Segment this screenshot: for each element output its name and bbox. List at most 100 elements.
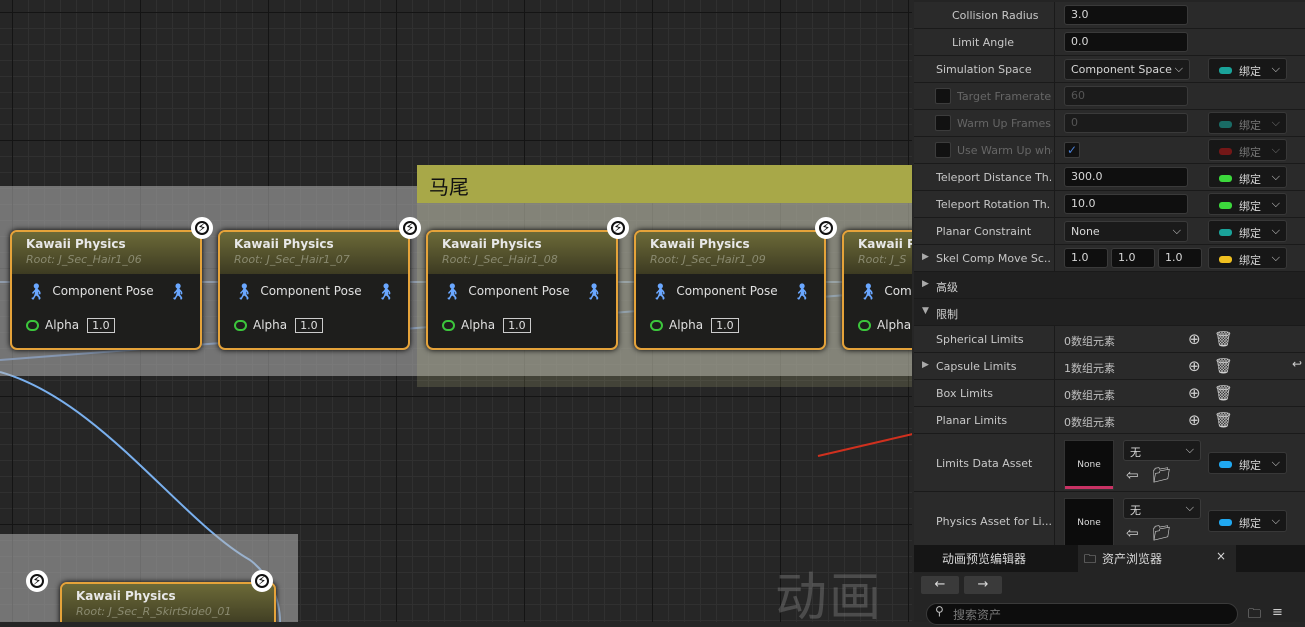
pose-label: Component Pose (52, 284, 154, 298)
teleport-distance-input[interactable]: 300.0 (1064, 167, 1188, 187)
override-checkbox[interactable] (935, 142, 951, 158)
prop-label: Limit Angle (952, 36, 1015, 49)
person-pin-icon[interactable]: 🚶︎ (442, 282, 462, 301)
use-warm-up-checkbox[interactable]: ✓ (1064, 142, 1080, 158)
warm-up-frames-input[interactable]: 0 (1064, 113, 1188, 133)
bind-label: 绑定 (1239, 254, 1261, 267)
bind-button[interactable]: 绑定 ⌵ (1208, 166, 1287, 188)
collapse-arrow-icon[interactable]: ▼ (922, 306, 929, 316)
kawaii-physics-node-skirt[interactable]: Kawaii Physics Root: J_Sec_R_SkirtSide0_0… (60, 582, 276, 622)
search-icon: ⚲ (935, 604, 944, 618)
comment-title[interactable]: 马尾 (417, 165, 912, 203)
close-icon[interactable]: × (1216, 549, 1226, 563)
asset-picker-dropdown[interactable]: 无 ⌵ (1123, 498, 1201, 519)
tab-anim-preview-editor[interactable]: 动画预览编辑器 (932, 545, 1036, 572)
skel-move-y-input[interactable]: 1.0 (1111, 248, 1155, 268)
person-output-pin-icon[interactable]: 🚶︎ (792, 282, 812, 301)
kawaii-physics-node[interactable]: Kawaii Physics Root: J_Sec_Hair1_08 🚶︎ Com… (426, 230, 618, 350)
bind-button[interactable]: 绑定 ⌵ (1208, 510, 1287, 532)
simulation-space-dropdown[interactable]: Component Space ⌵ (1064, 59, 1190, 80)
anim-graph-canvas[interactable]: 马尾 Kawaii Physics Root: J_Sec_Hair1_06 🚶︎… (0, 0, 912, 622)
bind-label: 绑定 (1239, 173, 1261, 186)
person-output-pin-icon[interactable]: 🚶︎ (376, 282, 396, 301)
bind-button[interactable]: 绑定 ⌵ (1208, 139, 1287, 161)
prop-limit-angle: Limit Angle 0.0 (914, 29, 1305, 56)
bind-button[interactable]: 绑定 ⌵ (1208, 58, 1287, 80)
person-pin-icon[interactable]: 🚶︎ (26, 282, 46, 301)
chevron-down-icon: ⌵ (1271, 62, 1280, 75)
alpha-pin-icon[interactable] (858, 319, 871, 331)
use-selected-icon[interactable]: ⇦ (1126, 466, 1139, 484)
person-output-pin-icon[interactable]: 🚶︎ (584, 282, 604, 301)
limit-angle-input[interactable]: 0.0 (1064, 32, 1188, 52)
pin-color-swatch (1219, 461, 1232, 468)
expand-arrow-icon[interactable]: ▶ (922, 252, 929, 262)
folder-icon: 🗀︎ (1084, 552, 1097, 566)
collision-radius-input[interactable]: 3.0 (1064, 5, 1188, 25)
pin-color-swatch (1219, 67, 1232, 74)
alpha-pin-icon[interactable] (442, 319, 455, 331)
chevron-down-icon: ⌵ (1185, 501, 1194, 514)
add-element-icon[interactable]: ⊕ (1188, 384, 1201, 402)
alpha-pin-icon[interactable] (26, 319, 39, 331)
reset-arrow-icon[interactable]: ↩ (1292, 357, 1302, 371)
section-limits[interactable]: ▼ 限制 (914, 299, 1305, 326)
kawaii-physics-node[interactable]: Kawaii Physics Root: J_Sec_Hair1_09 🚶︎ Com… (634, 230, 826, 350)
person-pin-icon[interactable]: 🚶︎ (650, 282, 670, 301)
node-root: Root: J_S (858, 253, 907, 266)
expand-arrow-icon[interactable]: ▶ (922, 360, 929, 370)
alpha-value[interactable]: 1.0 (711, 317, 739, 333)
alpha-pin-icon[interactable] (234, 319, 247, 331)
skel-move-x-input[interactable]: 1.0 (1064, 248, 1108, 268)
teleport-rotation-input[interactable]: 10.0 (1064, 194, 1188, 214)
override-checkbox[interactable] (935, 88, 951, 104)
add-element-icon[interactable]: ⊕ (1188, 357, 1201, 375)
bind-button[interactable]: 绑定 ⌵ (1208, 247, 1287, 269)
tab-asset-browser[interactable]: 🗀︎ 资产浏览器 × (1078, 545, 1236, 572)
section-advanced[interactable]: ▶ 高级 (914, 272, 1305, 299)
planar-constraint-dropdown[interactable]: None ⌵ (1064, 221, 1188, 242)
browse-folder-icon[interactable]: 📁︎ (1152, 466, 1171, 484)
pin-color-swatch (1219, 229, 1232, 236)
filter-icon[interactable]: ≡ (1272, 605, 1283, 620)
trash-icon[interactable]: 🗑︎ (1214, 411, 1233, 429)
alpha-value[interactable]: 1.0 (503, 317, 531, 333)
bind-button[interactable]: 绑定 ⌵ (1208, 452, 1287, 474)
add-element-icon[interactable]: ⊕ (1188, 330, 1201, 348)
back-button[interactable]: ← (921, 576, 959, 594)
skel-move-z-input[interactable]: 1.0 (1158, 248, 1202, 268)
folder-filter-icon[interactable]: 🗀︎ (1248, 605, 1261, 627)
asset-thumbnail[interactable]: None (1064, 498, 1114, 548)
expand-arrow-icon[interactable]: ▶ (922, 279, 929, 289)
dropdown-value: Component Space (1071, 63, 1172, 76)
override-checkbox[interactable] (935, 115, 951, 131)
add-element-icon[interactable]: ⊕ (1188, 411, 1201, 429)
node-title: Kawaii Ph (858, 237, 912, 251)
forward-button[interactable]: → (964, 576, 1002, 594)
kawaii-physics-node[interactable]: Kawaii Physics Root: J_Sec_Hair1_07 🚶︎ Com… (218, 230, 410, 350)
person-pin-icon[interactable]: 🚶︎ (234, 282, 254, 301)
person-output-pin-icon[interactable]: 🚶︎ (168, 282, 188, 301)
prop-physics-asset: Physics Asset for Li... None 无 ⌵ ⇦ 📁︎ 绑定 ⌵ (914, 492, 1305, 550)
trash-icon[interactable]: 🗑︎ (1214, 330, 1233, 348)
trash-icon[interactable]: 🗑︎ (1214, 384, 1233, 402)
alpha-pin-icon[interactable] (650, 319, 663, 331)
asset-picker-dropdown[interactable]: 无 ⌵ (1123, 440, 1201, 461)
asset-thumbnail[interactable]: None (1064, 440, 1114, 490)
dropdown-value: None (1071, 225, 1100, 238)
bind-button[interactable]: 绑定 ⌵ (1208, 112, 1287, 134)
bind-button[interactable]: 绑定 ⌵ (1208, 193, 1287, 215)
pose-label: Comp (884, 284, 912, 298)
pose-label: Component Pose (468, 284, 570, 298)
bind-button[interactable]: 绑定 ⌵ (1208, 220, 1287, 242)
alpha-value[interactable]: 1.0 (295, 317, 323, 333)
target-framerate-input[interactable]: 60 (1064, 86, 1188, 106)
kawaii-physics-node[interactable]: Kawaii Physics Root: J_Sec_Hair1_06 🚶︎ Com… (10, 230, 202, 350)
person-pin-icon[interactable]: 🚶︎ (858, 282, 878, 301)
browse-folder-icon[interactable]: 📁︎ (1152, 524, 1171, 542)
alpha-value[interactable]: 1.0 (87, 317, 115, 333)
chevron-down-icon: ⌵ (1172, 224, 1181, 237)
kawaii-physics-node-partial[interactable]: Kawaii Ph Root: J_S 🚶︎ Comp Alpha (842, 230, 912, 350)
use-selected-icon[interactable]: ⇦ (1126, 524, 1139, 542)
trash-icon[interactable]: 🗑︎ (1214, 357, 1233, 375)
